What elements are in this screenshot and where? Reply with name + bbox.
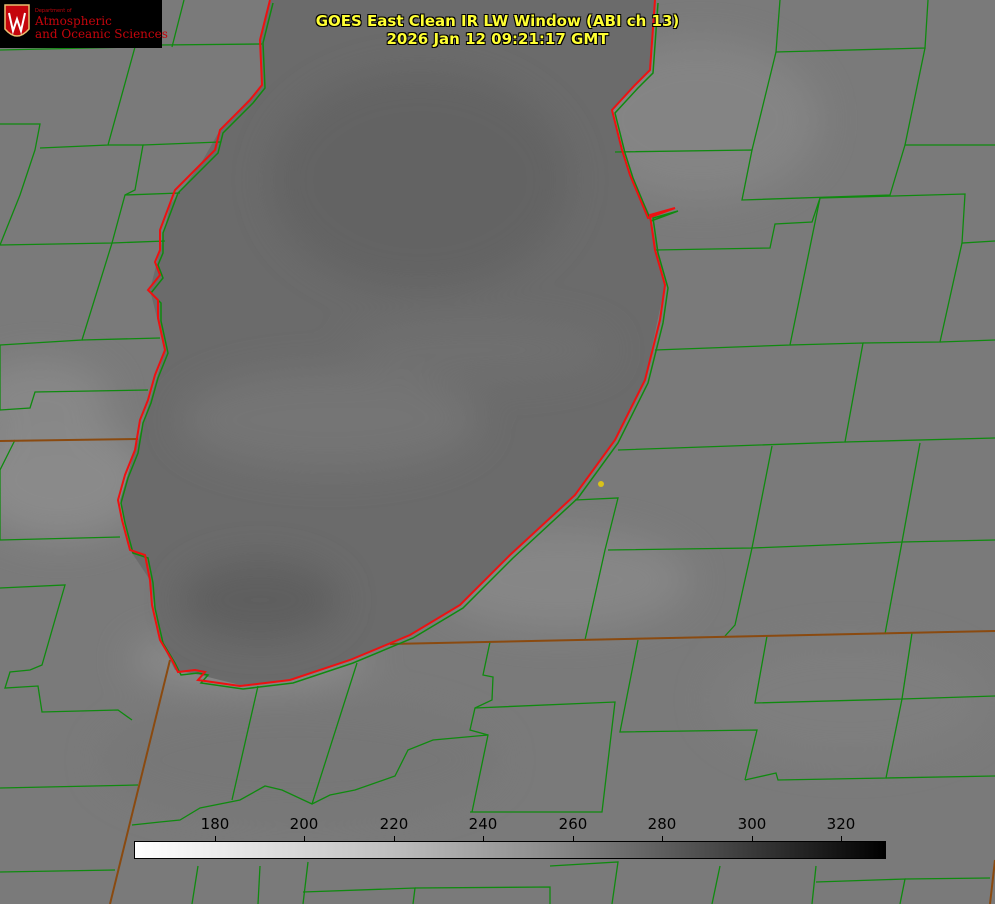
title-timestamp: 2026 Jan 12 09:21:17 GMT [386, 30, 609, 48]
station-marker [598, 481, 604, 487]
satellite-map [0, 0, 995, 904]
colorbar-tick-label: 260 [558, 815, 588, 833]
title-product: GOES East Clean IR LW Window (ABI ch 13) [315, 12, 680, 30]
colorbar [134, 841, 886, 859]
colorbar-tick-label: 200 [289, 815, 319, 833]
colorbar-tick-label: 180 [200, 815, 230, 833]
image-title: GOES East Clean IR LW Window (ABI ch 13)… [0, 12, 995, 48]
colorbar-labels: 180 200 220 240 260 280 300 320 [0, 815, 995, 835]
colorbar-tick-label: 300 [737, 815, 767, 833]
colorbar-tick-label: 220 [379, 815, 409, 833]
colorbar-tick-label: 320 [826, 815, 856, 833]
colorbar-tick-label: 280 [647, 815, 677, 833]
colorbar-tick-label: 240 [468, 815, 498, 833]
